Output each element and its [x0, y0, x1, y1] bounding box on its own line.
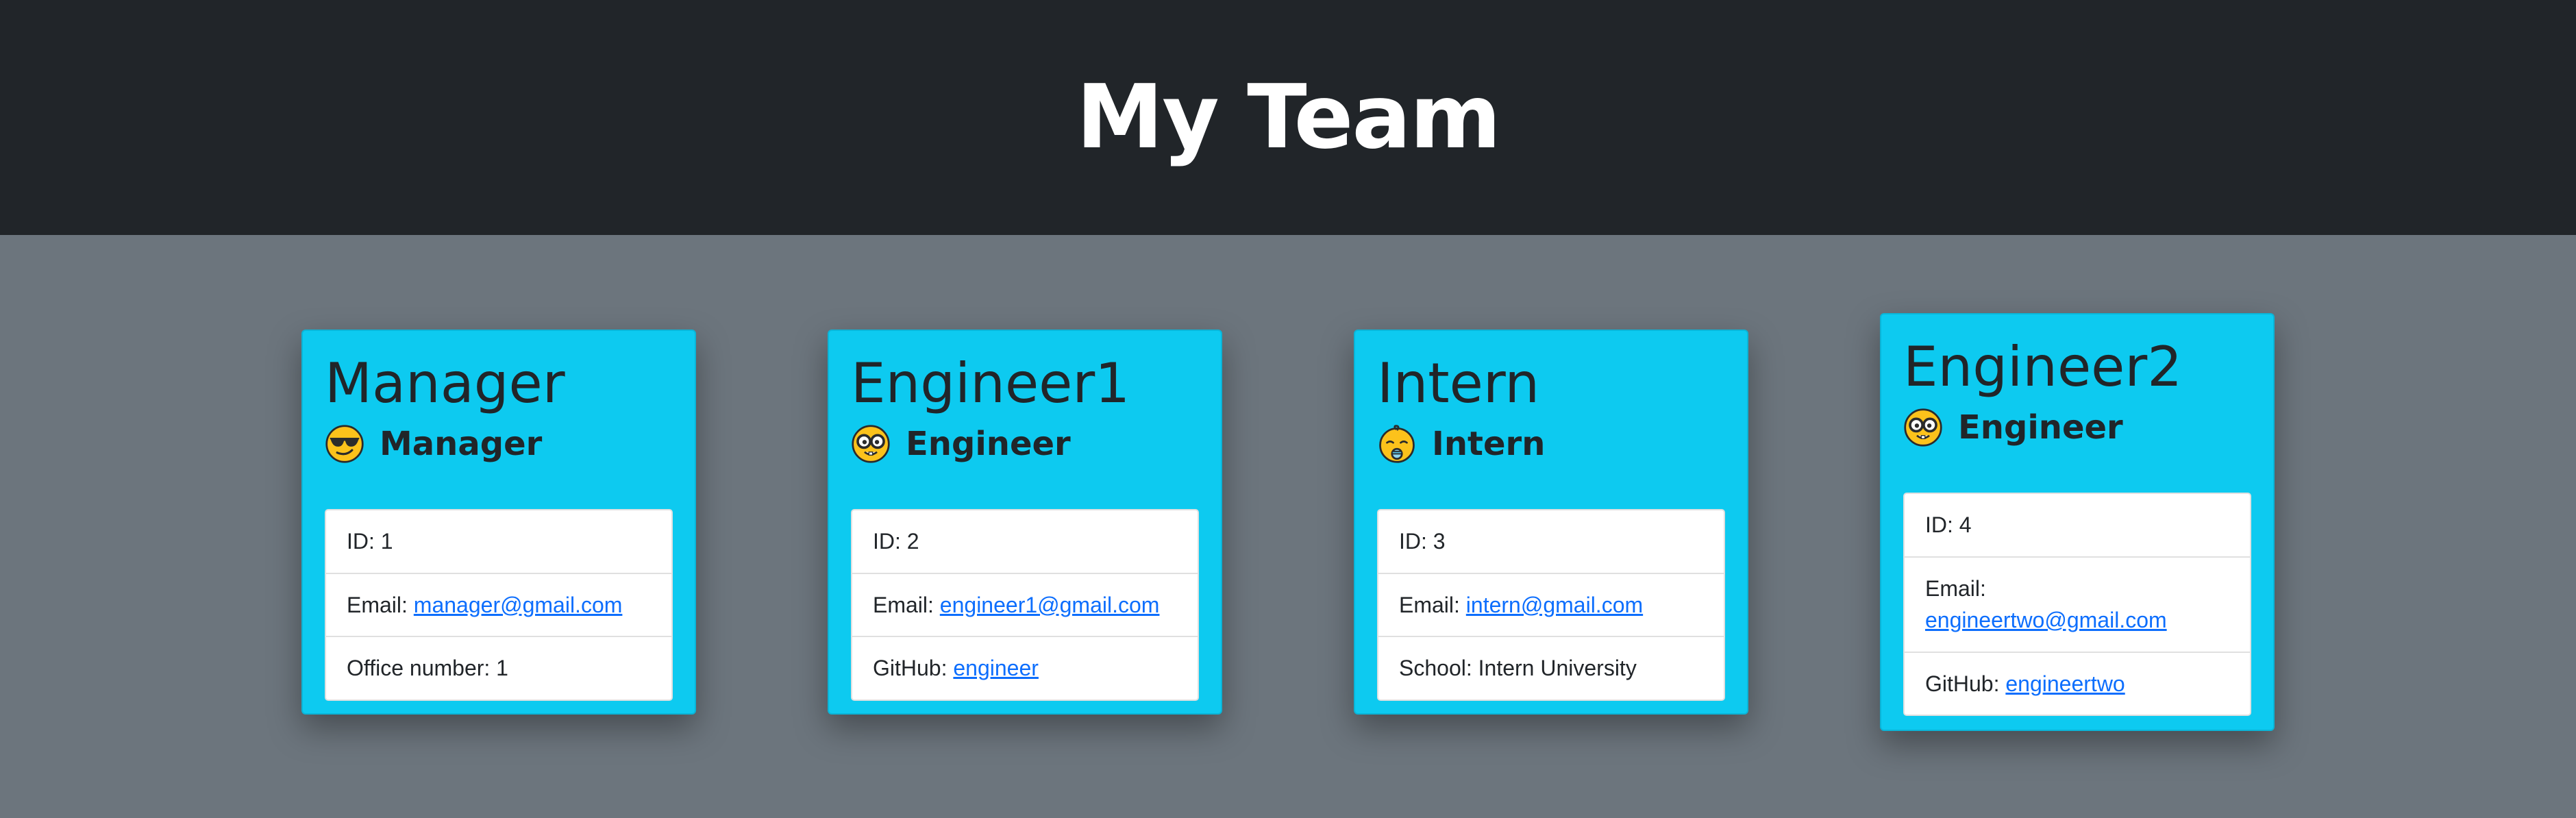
employee-card-engineer1: Engineer1 Engineer ID: 2 Email: engineer…	[828, 330, 1222, 715]
page-header: My Team	[0, 0, 2576, 235]
employee-name: Engineer1	[851, 351, 1130, 415]
employee-details-list: ID: 2 Email: engineer1@gmail.com GitHub:…	[851, 509, 1199, 701]
email-row: Email: engineertwo@gmail.com	[1905, 558, 2250, 653]
employee-card-intern: Intern Intern ID: 3 Email: intern@gmail.…	[1354, 330, 1748, 715]
employee-name: Intern	[1377, 351, 1540, 415]
github-row: GitHub: engineer	[873, 656, 1039, 681]
employee-details-list: ID: 1 Email: manager@gmail.com Office nu…	[325, 509, 673, 701]
employee-card-engineer2: Engineer2 Engineer ID: 4 Email: engineer…	[1880, 313, 2275, 731]
id-row: ID: 3	[1378, 510, 1724, 574]
school-row: School: Intern University	[1399, 656, 1637, 681]
github-row: GitHub: engineertwo	[1925, 671, 2125, 696]
id-value: 4	[1959, 512, 1972, 538]
email-row: Email: manager@gmail.com	[326, 574, 671, 638]
employee-role-label: Engineer	[906, 425, 1071, 464]
nerd-face-icon	[851, 424, 891, 464]
id-value: 2	[906, 529, 919, 554]
email-link[interactable]: engineer1@gmail.com	[940, 593, 1160, 617]
school-value: Intern University	[1478, 656, 1637, 681]
sunglasses-face-icon	[325, 424, 364, 464]
email-row: Email: engineer1@gmail.com	[852, 574, 1198, 638]
office-number-value: 1	[496, 656, 508, 681]
page-title: My Team	[1076, 66, 1501, 169]
email-row: Email: intern@gmail.com	[1378, 574, 1724, 638]
employee-details-list: ID: 4 Email: engineertwo@gmail.com GitHu…	[1903, 493, 2251, 716]
github-link[interactable]: engineer	[953, 656, 1039, 680]
employee-card-manager: Manager Manager ID: 1 Email: manager@gma…	[301, 330, 696, 715]
employee-name: Engineer2	[1903, 335, 2183, 399]
team-cards-area: Manager Manager ID: 1 Email: manager@gma…	[0, 235, 2576, 818]
email-link[interactable]: engineertwo@gmail.com	[1925, 608, 2167, 632]
employee-role-label: Manager	[380, 425, 543, 464]
id-value: 1	[380, 529, 393, 554]
email-link[interactable]: manager@gmail.com	[414, 593, 623, 617]
employee-role-label: Engineer	[1958, 408, 2123, 447]
nerd-face-icon	[1903, 408, 1943, 447]
github-link[interactable]: engineertwo	[2005, 671, 2125, 696]
employee-details-list: ID: 3 Email: intern@gmail.com School: In…	[1377, 509, 1725, 701]
employee-role: Manager	[325, 424, 673, 464]
employee-role: Intern	[1377, 424, 1725, 464]
employee-role: Engineer	[1903, 408, 2251, 447]
email-link[interactable]: intern@gmail.com	[1466, 593, 1643, 617]
employee-role: Engineer	[851, 424, 1199, 464]
id-row: ID: 2	[852, 510, 1198, 574]
employee-role-label: Intern	[1432, 425, 1546, 464]
employee-name: Manager	[325, 351, 565, 415]
baby-face-icon	[1377, 424, 1417, 464]
id-row: ID: 4	[1905, 494, 2250, 558]
id-row: ID: 1	[326, 510, 671, 574]
office-number-row: Office number: 1	[347, 656, 508, 681]
id-value: 3	[1433, 529, 1446, 554]
